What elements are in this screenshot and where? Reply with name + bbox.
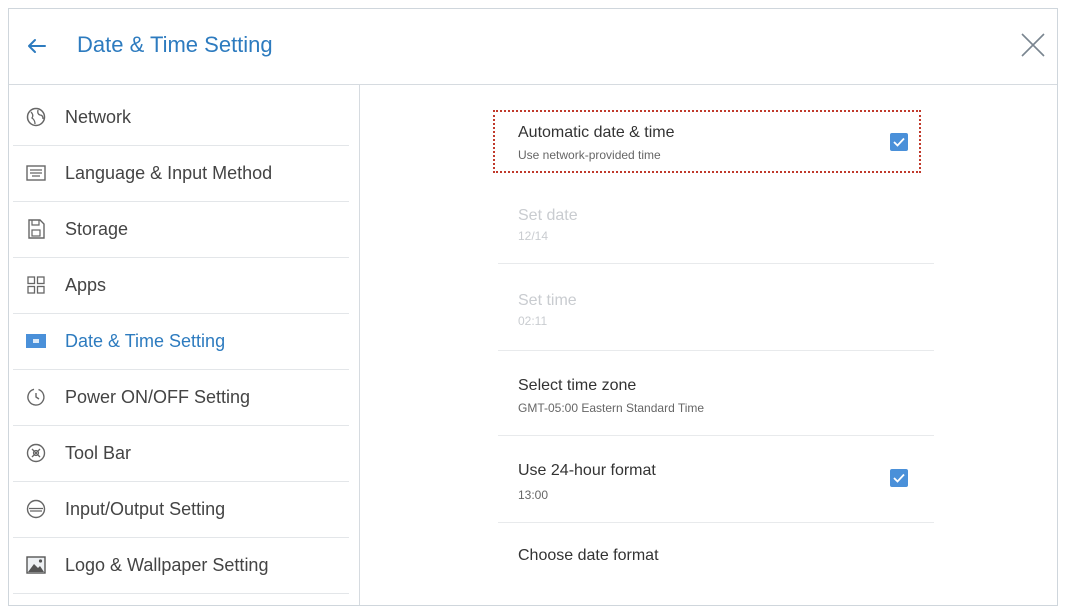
row-value: 13:00 <box>518 488 549 502</box>
24-hour-format-row[interactable]: Use 24-hour format 13:00 <box>498 436 934 523</box>
globe-icon <box>25 106 47 128</box>
row-value: 02:11 <box>518 314 548 328</box>
sidebar-item-label: Power ON/OFF Setting <box>65 386 251 407</box>
row-title: Select time zone <box>518 377 637 394</box>
sidebar-item-language[interactable]: Language & Input Method <box>13 145 349 202</box>
row-title: Set time <box>518 292 577 309</box>
calendar-icon <box>25 330 47 352</box>
row-title: Automatic date & time <box>518 124 675 141</box>
header-bar: Date & Time Setting <box>9 9 1057 85</box>
row-title: Choose date format <box>518 547 659 564</box>
sidebar-item-toolbar[interactable]: Tool Bar <box>13 425 349 482</box>
sidebar-item-label: Date & Time Setting <box>65 330 226 351</box>
close-icon <box>1021 33 1045 57</box>
sidebar-item-label: Tool Bar <box>65 442 132 463</box>
checkmark-icon <box>893 137 905 147</box>
checkmark-icon <box>893 473 905 483</box>
back-arrow-icon <box>28 39 46 53</box>
row-value: GMT-05:00 Eastern Standard Time <box>518 401 705 415</box>
row-title: Use 24-hour format <box>518 462 656 479</box>
settings-window: Date & Time Setting Network Language & I… <box>8 8 1058 606</box>
sidebar-item-storage[interactable]: Storage <box>13 201 349 258</box>
back-button[interactable] <box>23 33 49 59</box>
apps-grid-icon <box>25 274 47 296</box>
sidebar-item-apps[interactable]: Apps <box>13 257 349 314</box>
storage-icon <box>25 218 47 240</box>
settings-content: Automatic date & time Use network-provid… <box>360 85 1057 605</box>
power-timer-icon <box>25 386 47 408</box>
automatic-date-time-checkbox[interactable] <box>890 133 908 151</box>
close-button[interactable] <box>1017 29 1049 61</box>
row-value: 12/14 <box>518 229 549 243</box>
sidebar-item-label: Apps <box>65 274 107 295</box>
sidebar: Network Language & Input Method Storage … <box>9 85 360 605</box>
sidebar-item-label: Storage <box>65 218 129 239</box>
row-subtitle: Use network-provided time <box>518 148 661 162</box>
set-date-row: Set date 12/14 <box>498 179 934 264</box>
24-hour-format-checkbox[interactable] <box>890 469 908 487</box>
sidebar-item-date-time[interactable]: Date & Time Setting <box>13 313 349 370</box>
sidebar-item-label: Input/Output Setting <box>65 498 226 519</box>
sidebar-item-logo-wallpaper[interactable]: Logo & Wallpaper Setting <box>13 537 349 594</box>
sidebar-item-label: Network <box>65 106 132 127</box>
sidebar-item-label: Logo & Wallpaper Setting <box>65 554 269 575</box>
sidebar-item-label: Language & Input Method <box>65 162 273 183</box>
keyboard-icon <box>25 162 47 184</box>
input-output-icon <box>25 498 47 520</box>
automatic-date-time-row[interactable]: Automatic date & time Use network-provid… <box>498 111 934 173</box>
sidebar-item-power[interactable]: Power ON/OFF Setting <box>13 369 349 426</box>
sidebar-item-input-output[interactable]: Input/Output Setting <box>13 481 349 538</box>
toolbar-icon <box>25 442 47 464</box>
time-zone-row[interactable]: Select time zone GMT-05:00 Eastern Stand… <box>498 351 934 436</box>
sidebar-item-network[interactable]: Network <box>13 89 349 146</box>
wallpaper-icon <box>25 554 47 576</box>
page-title: Date & Time Setting <box>77 32 273 57</box>
date-format-row[interactable]: Choose date format <box>498 523 934 593</box>
row-title: Set date <box>518 207 578 224</box>
set-time-row: Set time 02:11 <box>498 264 934 351</box>
